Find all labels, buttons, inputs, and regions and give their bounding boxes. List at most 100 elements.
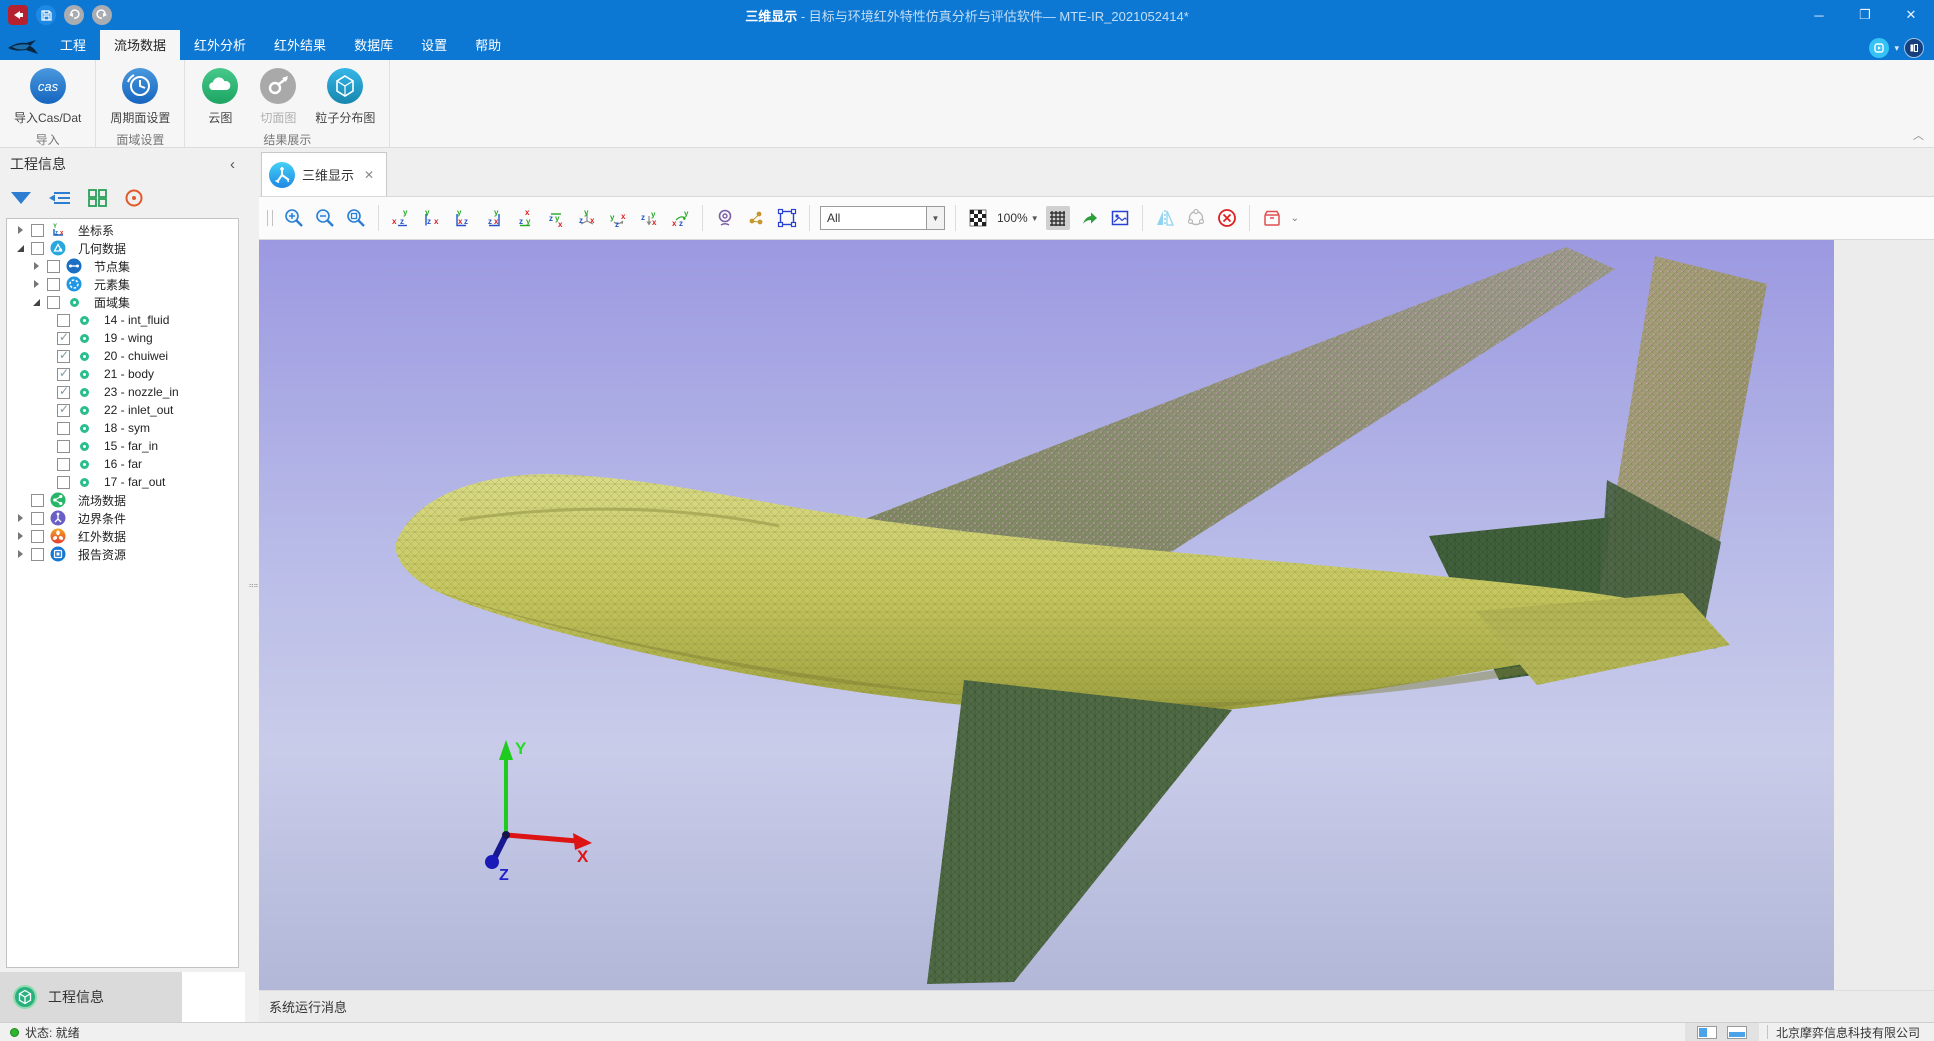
tree-checkbox[interactable] bbox=[31, 548, 44, 561]
view-top-icon[interactable]: zyx bbox=[513, 206, 537, 230]
close-button[interactable]: ✕ bbox=[1888, 0, 1934, 30]
tree-checkbox[interactable] bbox=[57, 314, 70, 327]
layout-bottom-icon[interactable] bbox=[1727, 1026, 1747, 1039]
view-front-icon[interactable]: xzy bbox=[451, 206, 475, 230]
expander-icon[interactable] bbox=[13, 514, 27, 522]
tree-item-face[interactable]: 20 - chuiwei bbox=[7, 347, 238, 365]
zoom-level-dropdown[interactable]: 100%▼ bbox=[997, 211, 1039, 225]
theme-caret-icon[interactable]: ▾ bbox=[1894, 43, 1899, 54]
tree-checkbox[interactable] bbox=[31, 242, 44, 255]
view-iso-1-icon[interactable]: zxy bbox=[575, 206, 599, 230]
tree-item-element-set[interactable]: 元素集 bbox=[7, 275, 238, 293]
expander-icon[interactable] bbox=[29, 280, 43, 288]
menu-item-ir-analysis[interactable]: 红外分析 bbox=[180, 30, 260, 60]
3d-viewport-canvas[interactable]: Y X Z bbox=[259, 240, 1834, 990]
tree-item-face[interactable]: 22 - inlet_out bbox=[7, 401, 238, 419]
tree-item-face[interactable]: 15 - far_in bbox=[7, 437, 238, 455]
tree-item-boundary-conditions[interactable]: 边界条件 bbox=[7, 509, 238, 527]
snapshot-icon[interactable] bbox=[1108, 206, 1132, 230]
package-icon[interactable] bbox=[1260, 206, 1284, 230]
menu-item-flow-field[interactable]: 流场数据 bbox=[100, 30, 180, 60]
tree-checkbox[interactable] bbox=[57, 332, 70, 345]
tree-checkbox[interactable] bbox=[47, 260, 60, 273]
panel-splitter[interactable]: ⁞⁞ bbox=[245, 148, 259, 1022]
project-info-footer-button[interactable]: 工程信息 bbox=[0, 972, 182, 1022]
mirror-icon[interactable] bbox=[1153, 206, 1177, 230]
tree-checkbox[interactable] bbox=[57, 476, 70, 489]
slice-plot-button[interactable]: 切面图 bbox=[249, 64, 307, 128]
view-right-icon[interactable]: zxy bbox=[420, 206, 444, 230]
layout-split-icon[interactable] bbox=[1697, 1026, 1717, 1039]
view-left-icon[interactable]: xzy bbox=[389, 206, 413, 230]
splitter-handle[interactable]: ⁞⁞ bbox=[251, 583, 254, 587]
expander-icon[interactable] bbox=[13, 226, 27, 234]
menu-item-engineering[interactable]: 工程 bbox=[46, 30, 100, 60]
tree-checkbox[interactable] bbox=[57, 368, 70, 381]
menu-item-settings[interactable]: 设置 bbox=[407, 30, 461, 60]
select-region-icon[interactable] bbox=[775, 206, 799, 230]
transparency-checkerboard-icon[interactable] bbox=[966, 206, 990, 230]
view-back-icon[interactable]: zxy bbox=[482, 206, 506, 230]
tree-checkbox[interactable] bbox=[57, 386, 70, 399]
target-ring-icon[interactable] bbox=[124, 188, 144, 211]
save-icon[interactable] bbox=[36, 5, 56, 25]
view-iso-4-icon[interactable]: xzy bbox=[668, 206, 692, 230]
tree-checkbox[interactable] bbox=[47, 296, 60, 309]
app-accent-icon[interactable] bbox=[8, 5, 28, 25]
particle-trace-icon[interactable] bbox=[744, 206, 768, 230]
toolbar-more-chevron-icon[interactable]: ⌄ bbox=[1291, 213, 1299, 224]
filter-triangle-icon[interactable] bbox=[10, 189, 32, 210]
tree-checkbox[interactable] bbox=[57, 350, 70, 363]
panel-collapse-icon[interactable]: ‹ bbox=[230, 156, 235, 173]
view-bottom-icon[interactable]: zyx bbox=[544, 206, 568, 230]
dropdown-caret-icon[interactable]: ▼ bbox=[926, 207, 944, 229]
delete-icon[interactable] bbox=[1215, 206, 1239, 230]
tree-checkbox[interactable] bbox=[47, 278, 60, 291]
particle-distribution-button[interactable]: 粒子分布图 bbox=[307, 64, 383, 128]
periodic-face-settings-button[interactable]: 周期面设置 bbox=[102, 64, 178, 128]
expander-icon[interactable] bbox=[29, 299, 43, 306]
tree-item-face[interactable]: 17 - far_out bbox=[7, 473, 238, 491]
probe-icon[interactable] bbox=[713, 206, 737, 230]
redo-icon[interactable] bbox=[92, 5, 112, 25]
tree-checkbox[interactable] bbox=[31, 530, 44, 543]
contour-plot-button[interactable]: 云图 bbox=[191, 64, 249, 128]
expander-icon[interactable] bbox=[13, 245, 27, 252]
export-arrow-icon[interactable] bbox=[1077, 206, 1101, 230]
tree-checkbox[interactable] bbox=[57, 422, 70, 435]
tree-item-report-resources[interactable]: 报告资源 bbox=[7, 545, 238, 563]
tree-checkbox[interactable] bbox=[57, 440, 70, 453]
menu-item-ir-result[interactable]: 红外结果 bbox=[260, 30, 340, 60]
tree-checkbox[interactable] bbox=[31, 512, 44, 525]
tree-item-infrared-data[interactable]: 红外数据 bbox=[7, 527, 238, 545]
minimize-button[interactable]: ─ bbox=[1796, 0, 1842, 30]
tree-checkbox[interactable] bbox=[57, 458, 70, 471]
tree-item-face[interactable]: 18 - sym bbox=[7, 419, 238, 437]
tree-item-geometry-data[interactable]: 几何数据 bbox=[7, 239, 238, 257]
tree-item-face[interactable]: 21 - body bbox=[7, 365, 238, 383]
tree-checkbox[interactable] bbox=[31, 224, 44, 237]
tree-checkbox[interactable] bbox=[57, 404, 70, 417]
tree-item-face[interactable]: 23 - nozzle_in bbox=[7, 383, 238, 401]
undo-icon[interactable] bbox=[64, 5, 84, 25]
collapse-list-icon[interactable] bbox=[48, 189, 72, 210]
tree-item-face[interactable]: 14 - int_fluid bbox=[7, 311, 238, 329]
menu-item-help[interactable]: 帮助 bbox=[461, 30, 515, 60]
theme-style-icon[interactable] bbox=[1869, 38, 1889, 58]
view-iso-2-icon[interactable]: yxz bbox=[606, 206, 630, 230]
zoom-out-icon[interactable] bbox=[313, 206, 337, 230]
tree-item-coordinate-system[interactable]: Yzx 坐标系 bbox=[7, 221, 238, 239]
menu-item-database[interactable]: 数据库 bbox=[340, 30, 407, 60]
tab-close-icon[interactable]: ✕ bbox=[364, 168, 374, 182]
grid-toggle-icon[interactable] bbox=[1046, 206, 1070, 230]
tab-3d-display[interactable]: 三维显示 ✕ bbox=[261, 152, 387, 196]
expander-icon[interactable] bbox=[29, 262, 43, 270]
display-filter-dropdown[interactable]: All ▼ bbox=[820, 206, 945, 230]
expander-icon[interactable] bbox=[13, 550, 27, 558]
expander-icon[interactable] bbox=[13, 532, 27, 540]
import-cas-dat-button[interactable]: cas 导入Cas/Dat bbox=[6, 64, 89, 128]
ring-nodes-icon[interactable] bbox=[1184, 206, 1208, 230]
zoom-fit-icon[interactable] bbox=[344, 206, 368, 230]
tree-item-face-set[interactable]: 面域集 bbox=[7, 293, 238, 311]
tree-item-node-set[interactable]: 节点集 bbox=[7, 257, 238, 275]
